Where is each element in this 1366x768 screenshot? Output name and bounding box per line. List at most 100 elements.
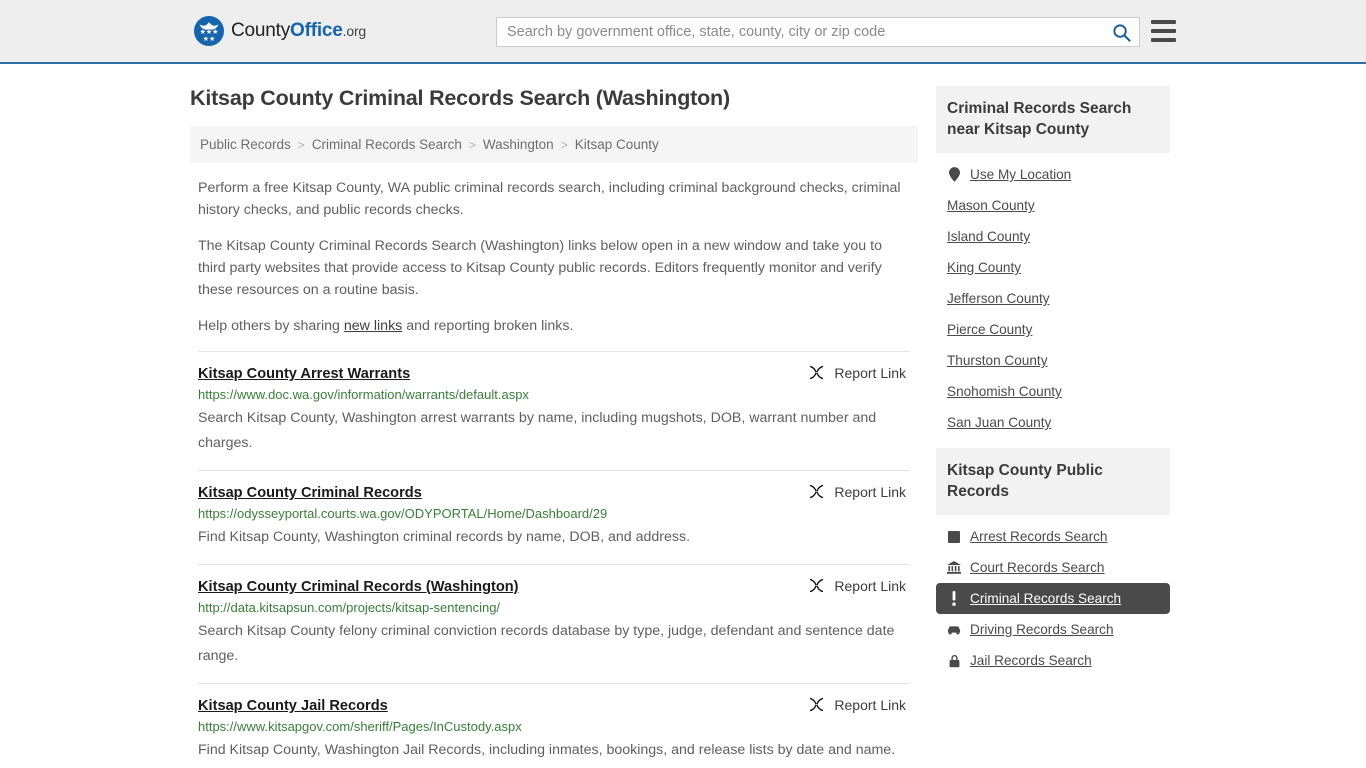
report-link-button[interactable]: Report Link — [808, 577, 906, 594]
sidebar-item-label[interactable]: Mason County — [947, 198, 1035, 213]
result-url: https://www.kitsapgov.com/sheriff/Pages/… — [198, 719, 522, 734]
breadcrumb-separator-icon: > — [297, 137, 305, 152]
sidebar-item-label[interactable]: Jefferson County — [947, 291, 1050, 306]
sidebar-public-records-box: Kitsap County Public Records Arrest Reco… — [936, 448, 1170, 676]
sidebar-item-criminal-records-search[interactable]: Criminal Records Search — [936, 583, 1170, 614]
hamburger-bar — [1151, 29, 1176, 33]
sidebar-item-label[interactable]: Arrest Records Search — [970, 529, 1108, 544]
sidebar-item-driving-records-search[interactable]: Driving Records Search — [936, 614, 1170, 645]
content-container: Kitsap County Criminal Records Search (W… — [190, 64, 1176, 768]
broken-link-icon — [810, 578, 824, 593]
broken-link-icon — [810, 365, 824, 380]
logo-text-county: County — [231, 20, 291, 41]
result-list: Kitsap County Arrest Warrants https://ww… — [190, 351, 918, 768]
new-links-link[interactable]: new links — [344, 318, 402, 334]
result-description: Search Kitsap County, Washington arrest … — [198, 410, 877, 451]
result-title-link[interactable]: Kitsap County Arrest Warrants — [198, 366, 410, 382]
sidebar-near-heading: Criminal Records Search near Kitsap Coun… — [936, 86, 1170, 153]
search-bar[interactable] — [496, 17, 1140, 47]
intro-p3-before: Help others by sharing — [198, 318, 344, 334]
breadcrumb-separator-icon: > — [468, 137, 476, 152]
sidebar-item-label[interactable]: Pierce County — [947, 322, 1032, 337]
sidebar-item-label[interactable]: Driving Records Search — [970, 622, 1114, 637]
search-icon — [1112, 23, 1131, 42]
sidebar-public-records-list: Arrest Records Search Court Records Sear… — [936, 515, 1170, 676]
sidebar-item-use-my-location[interactable]: Use My Location — [936, 159, 1170, 190]
sidebar-item-label[interactable]: Court Records Search — [970, 560, 1104, 575]
report-link-label: Report Link — [834, 696, 906, 713]
report-link-label: Report Link — [834, 364, 906, 381]
hamburger-bar — [1151, 20, 1176, 24]
report-link-label: Report Link — [834, 483, 906, 500]
site-logo-text: CountyOffice.org — [231, 20, 366, 42]
breadcrumb-separator-icon: > — [560, 137, 568, 152]
exclamation-icon — [947, 591, 961, 606]
intro-paragraph-2: The Kitsap County Criminal Records Searc… — [198, 238, 882, 298]
sidebar-item-jefferson-county[interactable]: Jefferson County — [936, 283, 1170, 314]
breadcrumb-item-criminal-records-search[interactable]: Criminal Records Search — [312, 137, 462, 152]
result-url: http://data.kitsapsun.com/projects/kitsa… — [198, 600, 501, 615]
sidebar-item-label[interactable]: Island County — [947, 229, 1030, 244]
sidebar-item-jail-records-search[interactable]: Jail Records Search — [936, 645, 1170, 676]
broken-link-icon — [810, 697, 824, 712]
broken-link-icon — [810, 484, 824, 499]
breadcrumb-item-public-records[interactable]: Public Records — [200, 137, 291, 152]
result-title-link[interactable]: Kitsap County Jail Records — [198, 698, 388, 714]
page-body: Kitsap County Criminal Records Search (W… — [0, 64, 1366, 768]
logo-text-office: Office — [290, 20, 343, 41]
logo-text-org: .org — [342, 23, 367, 39]
car-icon — [947, 622, 961, 637]
sidebar: Criminal Records Search near Kitsap Coun… — [936, 64, 1170, 768]
report-link-label: Report Link — [834, 577, 906, 594]
sidebar-item-label[interactable]: Use My Location — [970, 167, 1071, 182]
result-item: Kitsap County Criminal Records (Washingt… — [198, 564, 910, 683]
result-description: Search Kitsap County felony criminal con… — [198, 623, 895, 664]
sidebar-item-mason-county[interactable]: Mason County — [936, 190, 1170, 221]
sidebar-item-court-records-search[interactable]: Court Records Search — [936, 552, 1170, 583]
result-url: https://odysseyportal.courts.wa.gov/ODYP… — [198, 506, 608, 521]
intro-paragraph-1: Perform a free Kitsap County, WA public … — [198, 180, 901, 218]
menu-hamburger-icon[interactable] — [1151, 20, 1176, 42]
page-title: Kitsap County Criminal Records Search (W… — [190, 86, 730, 110]
result-title-link[interactable]: Kitsap County Criminal Records (Washingt… — [198, 579, 519, 595]
sidebar-item-san-juan-county[interactable]: San Juan County — [936, 407, 1170, 438]
sidebar-item-label[interactable]: Jail Records Search — [970, 653, 1092, 668]
sidebar-item-arrest-records-search[interactable]: Arrest Records Search — [936, 521, 1170, 552]
report-link-button[interactable]: Report Link — [808, 696, 906, 713]
result-url: https://www.doc.wa.gov/information/warra… — [198, 387, 529, 402]
sidebar-item-label[interactable]: Snohomish County — [947, 384, 1062, 399]
intro-section: Perform a free Kitsap County, WA public … — [190, 163, 918, 337]
sidebar-item-label[interactable]: Thurston County — [947, 353, 1048, 368]
sidebar-item-island-county[interactable]: Island County — [936, 221, 1170, 252]
stars-glyph-icon: ★★★ ★★ — [199, 29, 219, 43]
county-office-logo-icon: ★★★ ★★ — [194, 16, 224, 46]
fingerprint-icon — [947, 529, 961, 544]
result-item: Kitsap County Arrest Warrants https://ww… — [198, 351, 910, 470]
report-link-button[interactable]: Report Link — [808, 364, 906, 381]
sidebar-item-label[interactable]: Criminal Records Search — [970, 591, 1121, 606]
site-header: ★★★ ★★ CountyOffice.org — [0, 0, 1366, 64]
sidebar-item-snohomish-county[interactable]: Snohomish County — [936, 376, 1170, 407]
sidebar-item-label[interactable]: King County — [947, 260, 1021, 275]
intro-paragraph-3: Help others by sharing new links and rep… — [198, 315, 910, 337]
sidebar-item-king-county[interactable]: King County — [936, 252, 1170, 283]
result-title-link[interactable]: Kitsap County Criminal Records — [198, 485, 422, 501]
search-input[interactable] — [497, 18, 1103, 46]
result-item: Kitsap County Jail Records https://www.k… — [198, 683, 910, 768]
sidebar-public-records-heading: Kitsap County Public Records — [936, 448, 1170, 515]
site-logo[interactable]: ★★★ ★★ CountyOffice.org — [194, 16, 366, 46]
breadcrumb: Public Records > Criminal Records Search… — [190, 126, 918, 163]
search-button[interactable] — [1103, 18, 1139, 46]
result-description: Find Kitsap County, Washington Jail Reco… — [198, 742, 896, 758]
intro-p3-after: and reporting broken links. — [402, 318, 574, 334]
result-description: Find Kitsap County, Washington criminal … — [198, 529, 691, 545]
breadcrumb-item-kitsap-county[interactable]: Kitsap County — [575, 137, 659, 152]
sidebar-item-pierce-county[interactable]: Pierce County — [936, 314, 1170, 345]
sidebar-item-label[interactable]: San Juan County — [947, 415, 1051, 430]
sidebar-item-thurston-county[interactable]: Thurston County — [936, 345, 1170, 376]
sidebar-near-list: Use My Location Mason County Island Coun… — [936, 153, 1170, 438]
map-pin-icon — [947, 167, 961, 182]
main-column: Kitsap County Criminal Records Search (W… — [190, 64, 918, 768]
breadcrumb-item-washington[interactable]: Washington — [483, 137, 554, 152]
report-link-button[interactable]: Report Link — [808, 483, 906, 500]
